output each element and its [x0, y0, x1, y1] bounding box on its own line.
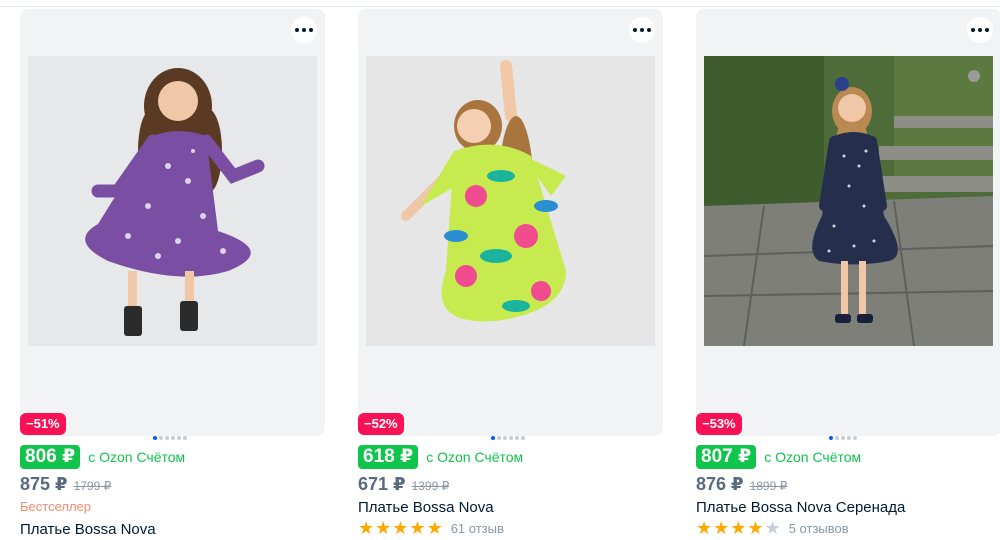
ozon-price: 807 ₽ [696, 445, 757, 469]
top-divider [0, 6, 1000, 7]
price-row: 875 ₽ 1799 ₽ [20, 474, 111, 496]
rating-row[interactable]: ★ ★ ★ ★ ★ 5 отзывов [696, 518, 849, 538]
price-row: 876 ₽ 1899 ₽ [696, 474, 787, 496]
navy-dress-photo[interactable] [704, 56, 993, 346]
product-title[interactable]: Платье Bossa Nova [358, 499, 494, 516]
star-icon: ★ [730, 518, 747, 538]
more-options-button[interactable] [629, 17, 655, 43]
ozon-account-label: с Ozon Счётом [764, 449, 862, 465]
reviews-count[interactable]: 61 отзыв [451, 521, 504, 536]
star-empty-icon: ★ [764, 518, 781, 538]
star-icon: ★ [696, 518, 713, 538]
purple-dress-photo[interactable] [28, 56, 317, 346]
more-options-button[interactable] [291, 17, 317, 43]
star-icon: ★ [713, 518, 730, 538]
more-options-button[interactable] [967, 17, 993, 43]
star-icon: ★ [409, 518, 426, 538]
product-card[interactable]: −51% 806 ₽ с Ozon Счётом 875 ₽ 1799 ₽ Бе… [20, 9, 325, 540]
star-icon: ★ [747, 518, 764, 538]
old-price: 1399 ₽ [411, 479, 450, 493]
bestseller-label: Бестселлер [20, 499, 91, 514]
ozon-price-row: 618 ₽ с Ozon Счётом [358, 445, 523, 469]
product-image-area[interactable] [696, 9, 1000, 436]
regular-price: 671 ₽ [358, 474, 406, 494]
ozon-price: 806 ₽ [20, 445, 81, 469]
ozon-price: 618 ₽ [358, 445, 419, 469]
star-rating: ★ ★ ★ ★ ★ [696, 519, 781, 537]
reviews-count[interactable]: 5 отзывов [789, 521, 849, 536]
discount-badge: −53% [696, 413, 742, 435]
star-rating: ★ ★ ★ ★ ★ [358, 519, 443, 537]
star-icon: ★ [375, 518, 392, 538]
ozon-price-row: 806 ₽ с Ozon Счётом [20, 445, 185, 469]
product-card[interactable]: −53% 807 ₽ с Ozon Счётом 876 ₽ 1899 ₽ Пл… [696, 9, 1000, 540]
product-title[interactable]: Платье Bossa Nova [20, 521, 156, 538]
product-image-area[interactable] [358, 9, 663, 436]
product-title[interactable]: Платье Bossa Nova Серенада [696, 499, 905, 516]
star-icon: ★ [358, 518, 375, 538]
price-row: 671 ₽ 1399 ₽ [358, 474, 449, 496]
old-price: 1899 ₽ [749, 479, 788, 493]
discount-badge: −51% [20, 413, 66, 435]
discount-badge: −52% [358, 413, 404, 435]
product-image-area[interactable] [20, 9, 325, 436]
star-icon: ★ [392, 518, 409, 538]
old-price: 1799 ₽ [73, 479, 112, 493]
image-pagination[interactable] [829, 436, 857, 442]
ozon-account-label: с Ozon Счётом [426, 449, 524, 465]
ozon-price-row: 807 ₽ с Ozon Счётом [696, 445, 861, 469]
regular-price: 875 ₽ [20, 474, 68, 494]
star-icon: ★ [426, 518, 443, 538]
floral-dress-photo[interactable] [366, 56, 655, 346]
regular-price: 876 ₽ [696, 474, 744, 494]
product-card[interactable]: −52% 618 ₽ с Ozon Счётом 671 ₽ 1399 ₽ Пл… [358, 9, 663, 540]
image-pagination[interactable] [153, 436, 187, 442]
image-pagination[interactable] [491, 436, 525, 442]
ozon-account-label: с Ozon Счётом [88, 449, 186, 465]
rating-row[interactable]: ★ ★ ★ ★ ★ 61 отзыв [358, 518, 504, 538]
